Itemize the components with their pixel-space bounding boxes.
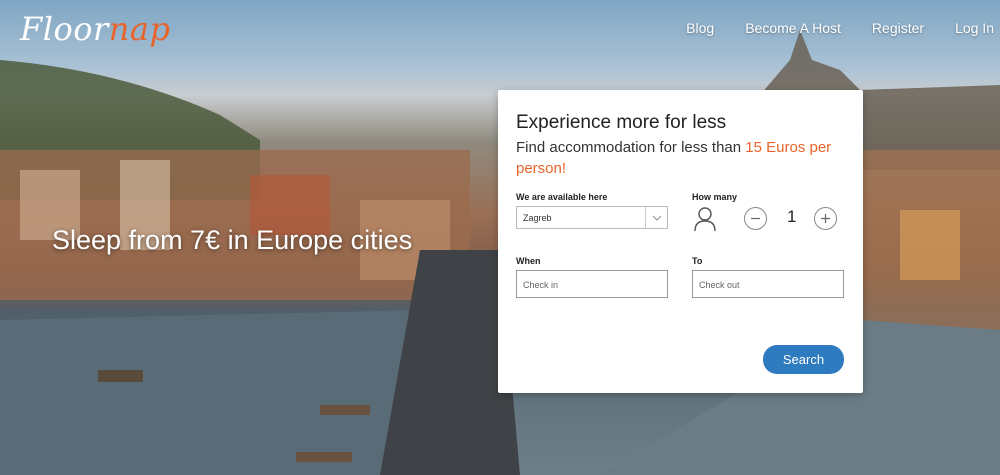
floornap-logo[interactable]: Floornap: [20, 10, 170, 48]
search-card: Experience more for less Find accommodat…: [498, 90, 863, 393]
logo-text-floor: Floor: [20, 10, 109, 48]
search-card-subtitle: Find accommodation for less than 15 Euro…: [516, 137, 846, 179]
nav-link-register[interactable]: Register: [872, 20, 924, 36]
location-select-value: Zagreb: [523, 213, 552, 223]
plus-icon: [821, 214, 830, 223]
logo-text-nap: nap: [108, 10, 171, 48]
when-label: When: [516, 256, 541, 266]
guests-label: How many: [692, 192, 738, 202]
nav-link-login[interactable]: Log In: [955, 20, 994, 36]
subtitle-text: Find accommodation for less than: [516, 139, 746, 156]
minus-icon: [751, 217, 760, 220]
location-label: We are available here: [516, 192, 608, 202]
increase-guests-button[interactable]: [814, 207, 837, 230]
hero-tagline: Sleep from 7€ in Europe cities: [52, 225, 413, 255]
checkout-input[interactable]: Check out: [692, 270, 844, 298]
person-icon: [694, 206, 716, 237]
search-card-title: Experience more for less: [516, 112, 727, 133]
to-label: To: [692, 256, 703, 266]
nav-link-become-a-host[interactable]: Become A Host: [745, 20, 841, 36]
guests-count: 1: [787, 207, 797, 226]
search-button[interactable]: Search: [763, 345, 844, 374]
checkin-input[interactable]: Check in: [516, 270, 668, 298]
location-select[interactable]: Zagreb: [516, 206, 668, 229]
chevron-down-icon: [645, 207, 667, 228]
top-nav: Blog Become A Host Register Log In: [686, 20, 994, 36]
decrease-guests-button[interactable]: [744, 207, 767, 230]
nav-link-blog[interactable]: Blog: [686, 20, 714, 36]
